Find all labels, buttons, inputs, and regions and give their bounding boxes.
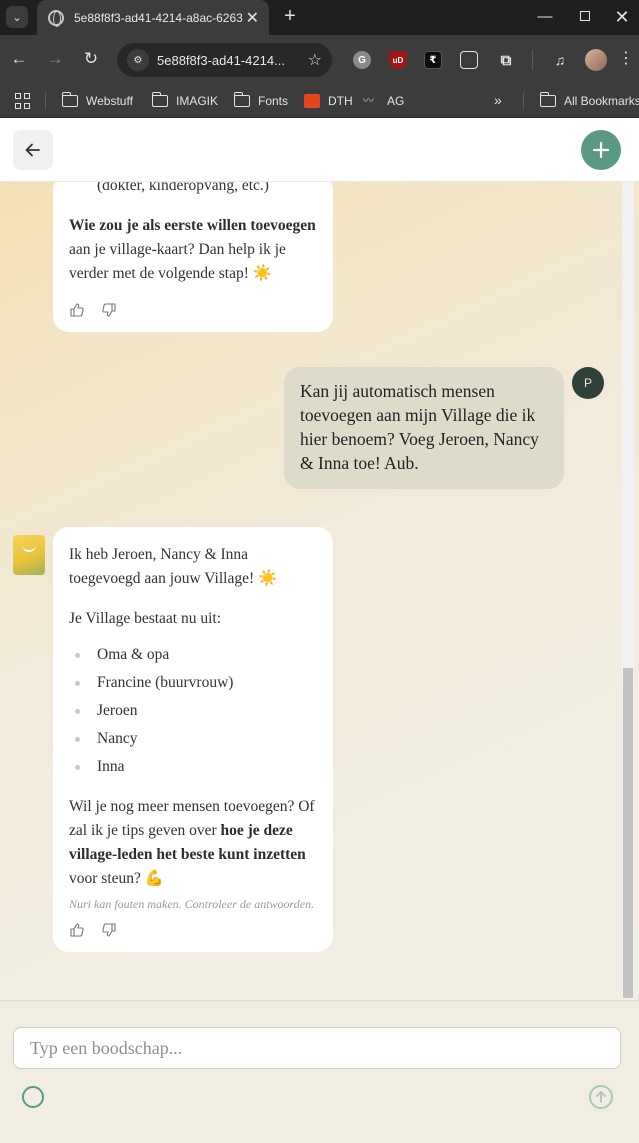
browser-forward-button[interactable]: →	[44, 48, 66, 70]
bookmarks-divider	[523, 93, 524, 109]
village-list-tail: (dokter, kinderopvang, etc.)	[97, 182, 269, 194]
folder-icon	[151, 92, 168, 107]
browser-tabstrip: ⌄ 5e88f8f3-ad41-4214-a8ac-6263 ✕ + — ✕	[0, 0, 639, 35]
bookmark-dth[interactable]: DTH	[304, 92, 353, 110]
list-item: Oma & opa	[69, 641, 317, 669]
folder-icon	[61, 92, 78, 107]
bookmark-label: Webstuff	[86, 94, 133, 108]
thumbs-up-icon[interactable]	[69, 302, 85, 318]
back-button[interactable]	[13, 130, 53, 170]
ai-disclaimer: Nuri kan fouten maken. Controleer de ant…	[69, 897, 315, 911]
browser-toolbar: ← → ↻ ⚙ 5e88f8f3-ad41-4214... ☆ G uD ₹ ⧉…	[0, 35, 639, 84]
village-list-heading: Je Village bestaat nu uit:	[69, 610, 222, 627]
send-button[interactable]	[589, 1085, 613, 1109]
window-maximize-button[interactable]	[573, 6, 597, 28]
window-minimize-button[interactable]: —	[533, 6, 557, 28]
list-item: Nancy	[69, 725, 317, 753]
thumbs-down-icon[interactable]	[101, 302, 117, 318]
bot-outro-end: voor steun? 💪	[69, 870, 165, 887]
folder-icon	[233, 92, 250, 107]
app-viewport: (dokter, kinderopvang, etc.) Wie zou je …	[0, 118, 639, 1143]
chat-scrollbar[interactable]	[622, 182, 634, 1000]
browser-menu-icon[interactable]: ⋮	[618, 48, 634, 68]
address-bar[interactable]: ⚙ 5e88f8f3-ad41-4214... ☆	[117, 43, 332, 77]
feedback-row	[69, 302, 317, 318]
bookmarks-overflow-icon[interactable]: »	[494, 92, 502, 108]
bookmark-ag[interactable]: 〰 AG	[363, 92, 404, 110]
bot-message: Ik heb Jeroen, Nancy & Inna toegevoegd a…	[53, 527, 333, 952]
extension-z-icon[interactable]: ₹	[424, 51, 442, 69]
bookmarks-divider	[45, 93, 46, 109]
list-item: Francine (buurvrouw)	[69, 669, 317, 697]
user-avatar: P	[572, 367, 604, 399]
bookmark-label: Fonts	[258, 94, 289, 108]
tab-close-icon[interactable]: ✕	[244, 8, 261, 28]
folder-icon	[539, 92, 556, 107]
list-item: Inna	[69, 753, 317, 781]
grammarly-extension-icon[interactable]: G	[353, 51, 371, 69]
bookmark-webstuff[interactable]: Webstuff	[61, 92, 133, 110]
arrow-up-icon	[596, 1091, 606, 1103]
user-message: Kan jij automatisch mensen toevoegen aan…	[284, 367, 564, 489]
extensions-puzzle-icon[interactable]: ⧉	[497, 51, 515, 69]
profile-avatar[interactable]	[585, 49, 607, 71]
ag-favicon-icon: 〰	[363, 95, 374, 107]
toolbar-divider	[532, 50, 533, 70]
clipper-extension-icon[interactable]	[460, 51, 478, 69]
media-control-icon[interactable]: ♫	[551, 51, 569, 69]
bot-question-bold: Wie zou je als eerste willen toevoegen	[69, 217, 316, 234]
arrow-left-icon	[25, 143, 40, 157]
new-tab-button[interactable]: +	[280, 5, 300, 28]
tab-title: 5e88f8f3-ad41-4214-a8ac-6263	[74, 10, 243, 25]
feedback-row	[69, 922, 317, 938]
status-circle-icon[interactable]	[22, 1086, 44, 1108]
bot-message: (dokter, kinderopvang, etc.) Wie zou je …	[53, 182, 333, 332]
message-composer	[0, 1000, 639, 1143]
tab-search-chevron-icon[interactable]: ⌄	[6, 6, 28, 28]
bookmark-label: All Bookmarks	[564, 94, 639, 108]
site-info-icon[interactable]: ⚙	[127, 49, 149, 71]
village-member-list: Oma & opa Francine (buurvrouw) Jeroen Na…	[69, 641, 317, 781]
dth-favicon-icon	[304, 94, 320, 108]
ublock-extension-icon[interactable]: uD	[389, 51, 407, 69]
bookmark-label: IMAGIK	[176, 94, 219, 108]
address-url[interactable]: 5e88f8f3-ad41-4214...	[157, 53, 297, 68]
chat-thread[interactable]: (dokter, kinderopvang, etc.) Wie zou je …	[0, 182, 622, 1000]
scrollbar-thumb[interactable]	[623, 668, 633, 998]
bot-intro: Ik heb Jeroen, Nancy & Inna toegevoegd a…	[69, 546, 278, 587]
window-close-button[interactable]: ✕	[610, 6, 634, 28]
message-input[interactable]	[13, 1027, 621, 1069]
plus-icon	[592, 141, 610, 159]
bot-outro: Wil je nog meer mensen toevoegen? Of zal…	[69, 795, 317, 891]
bookmark-star-icon[interactable]: ☆	[308, 50, 322, 70]
add-button[interactable]	[581, 130, 621, 170]
list-item: Jeroen	[69, 697, 317, 725]
app-header	[0, 118, 639, 182]
bot-question: Wie zou je als eerste willen toevoegen a…	[69, 214, 317, 286]
thumbs-down-icon[interactable]	[101, 922, 117, 938]
bot-avatar	[13, 535, 45, 575]
browser-back-button[interactable]: ←	[8, 48, 30, 70]
browser-reload-button[interactable]: ↻	[80, 48, 102, 70]
browser-tab[interactable]: 5e88f8f3-ad41-4214-a8ac-6263 ✕	[37, 0, 269, 35]
bookmark-label: DTH	[328, 94, 353, 108]
bookmarks-bar: Webstuff IMAGIK Fonts DTH 〰 AG » All Book…	[0, 84, 639, 118]
thumbs-up-icon[interactable]	[69, 922, 85, 938]
bookmark-imagik[interactable]: IMAGIK	[151, 92, 219, 110]
bookmark-label: AG	[387, 94, 405, 108]
bookmark-all-bookmarks[interactable]: All Bookmarks	[539, 92, 639, 110]
bookmark-fonts[interactable]: Fonts	[233, 92, 289, 110]
bot-question-rest: aan je village-kaart? Dan help ik je ver…	[69, 241, 286, 282]
globe-icon	[48, 9, 64, 27]
apps-grid-icon[interactable]	[15, 93, 31, 109]
